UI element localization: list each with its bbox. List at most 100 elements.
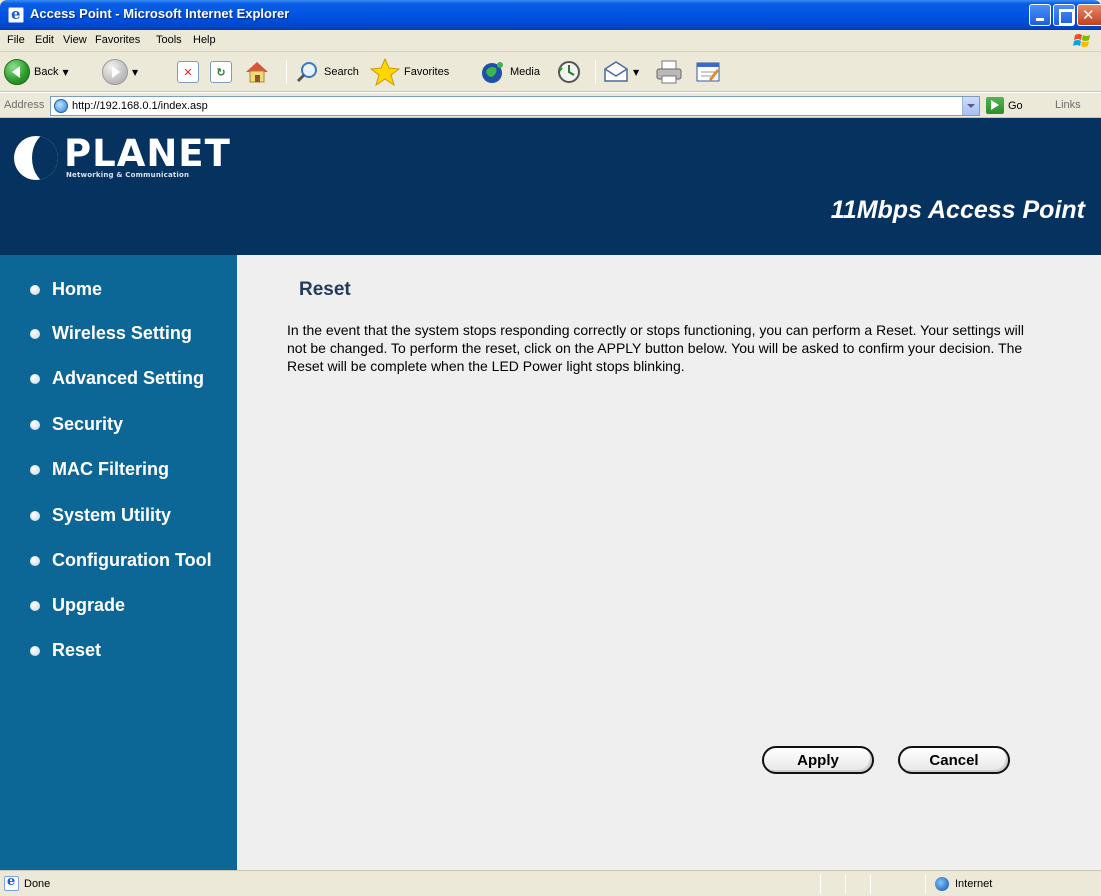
brand-name: PLANET [64, 132, 231, 175]
print-button[interactable] [655, 58, 683, 86]
search-label: Search [324, 66, 359, 78]
menu-help[interactable]: Help [193, 34, 216, 46]
links-button[interactable]: Links [1055, 99, 1081, 111]
forward-button[interactable]: ▼ [102, 58, 138, 86]
sidebar-item-configuration-tool[interactable]: Configuration Tool [30, 550, 212, 571]
planet-logo: PLANET Networking & Communication [14, 132, 231, 180]
bullet-icon [30, 510, 40, 521]
star-icon [370, 58, 400, 86]
sidebar-item-security[interactable]: Security [30, 414, 123, 435]
favorites-button[interactable]: Favorites [370, 58, 449, 86]
zone-text: Internet [955, 878, 993, 890]
menu-view[interactable]: View [63, 34, 87, 46]
page-title: Reset [299, 279, 351, 300]
sidebar-item-label: Configuration Tool [52, 550, 212, 570]
bullet-icon [30, 464, 40, 475]
stop-icon: ✕ [177, 61, 199, 83]
menu-edit[interactable]: Edit [35, 34, 54, 46]
apply-button[interactable]: Apply [762, 746, 874, 774]
media-label: Media [510, 66, 540, 78]
bullet-icon [30, 284, 40, 295]
print-icon [656, 60, 682, 84]
sidebar-item-mac-filtering[interactable]: MAC Filtering [30, 459, 169, 480]
refresh-icon: ↻ [210, 61, 232, 83]
forward-arrow-icon [102, 59, 128, 85]
sidebar-item-label: Upgrade [52, 595, 126, 615]
sidebar-item-advanced-setting[interactable]: Advanced Setting [30, 368, 204, 389]
address-input[interactable]: http://192.168.0.1/index.asp [50, 96, 980, 116]
minimize-button[interactable] [1029, 4, 1051, 26]
bullet-icon [30, 645, 40, 656]
sidebar-item-wireless-setting[interactable]: Wireless Setting [30, 323, 192, 344]
address-bar: Address http://192.168.0.1/index.asp Go … [0, 92, 1101, 118]
search-icon [296, 62, 317, 83]
forward-dropdown-icon[interactable]: ▼ [132, 68, 138, 77]
go-label: Go [1008, 99, 1023, 112]
close-button[interactable] [1077, 4, 1101, 26]
sidebar-item-label: Security [52, 414, 124, 434]
sidebar-item-home[interactable]: Home [30, 279, 102, 300]
bullet-icon [30, 419, 40, 430]
window-titlebar[interactable]: Access Point - Microsoft Internet Explor… [0, 0, 1101, 30]
back-dropdown-icon[interactable]: ▼ [62, 68, 68, 77]
maximize-button[interactable] [1053, 4, 1075, 26]
address-label: Address [4, 99, 45, 111]
bullet-icon [30, 373, 40, 384]
page-status-icon [4, 874, 19, 891]
toolbar: Back ▼ ▼ ✕ ↻ Search Favorites Media ▼ [0, 52, 1101, 92]
sidebar-item-label: MAC Filtering [52, 459, 169, 479]
sidebar-item-label: Advanced Setting [52, 368, 205, 388]
sidebar-item-label: Wireless Setting [52, 323, 192, 343]
go-arrow-icon [986, 97, 1004, 114]
product-name: 11Mbps Access Point [830, 196, 1085, 224]
menu-bar: File Edit View Favorites Tools Help [0, 30, 1101, 52]
bullet-icon [30, 555, 40, 566]
sidebar-nav: Home Wireless Setting Advanced Setting S… [0, 255, 237, 870]
home-button[interactable] [243, 58, 271, 86]
home-icon [246, 62, 268, 83]
sidebar-item-label: System Utility [52, 505, 172, 525]
bullet-icon [30, 328, 40, 339]
cancel-button[interactable]: Cancel [898, 746, 1010, 774]
edit-page-icon [696, 62, 720, 82]
sidebar-item-upgrade[interactable]: Upgrade [30, 595, 125, 616]
mail-button[interactable]: ▼ [603, 58, 639, 86]
history-button[interactable] [556, 58, 582, 86]
status-text: Done [24, 878, 51, 890]
favorites-label: Favorites [404, 66, 450, 78]
planet-logo-icon [14, 136, 58, 180]
menu-tools[interactable]: Tools [156, 34, 182, 46]
sidebar-item-reset[interactable]: Reset [30, 640, 101, 661]
page-icon [54, 99, 68, 113]
menu-file[interactable]: File [7, 34, 25, 46]
page-viewport: PLANET Networking & Communication 11Mbps… [0, 118, 1101, 870]
sidebar-item-label: Home [52, 279, 103, 299]
status-bar: Done Internet [0, 870, 1101, 896]
window-title: Access Point - Microsoft Internet Explor… [30, 6, 290, 21]
address-url[interactable]: http://192.168.0.1/index.asp [72, 100, 208, 112]
back-button[interactable]: Back ▼ [4, 58, 69, 86]
page-header: PLANET Networking & Communication 11Mbps… [0, 118, 1101, 255]
refresh-button[interactable]: ↻ [210, 58, 232, 86]
main-content: Reset In the event that the system stops… [237, 255, 1101, 870]
back-arrow-icon [4, 59, 30, 85]
back-label: Back [34, 66, 59, 78]
mail-icon [604, 61, 628, 82]
edit-button[interactable] [695, 58, 721, 86]
stop-button[interactable]: ✕ [177, 58, 199, 86]
media-button[interactable]: Media [478, 58, 540, 86]
mail-dropdown-icon[interactable]: ▼ [633, 68, 639, 77]
search-button[interactable]: Search [296, 58, 359, 86]
bullet-icon [30, 600, 40, 611]
media-icon [482, 62, 503, 83]
address-dropdown-button[interactable] [962, 97, 979, 115]
menu-favorites[interactable]: Favorites [95, 34, 140, 46]
go-button[interactable]: Go [986, 97, 1023, 114]
reset-description: In the event that the system stops respo… [287, 322, 1024, 374]
sidebar-item-system-utility[interactable]: System Utility [30, 505, 171, 526]
history-icon [558, 61, 580, 83]
internet-zone-icon [935, 877, 949, 891]
sidebar-item-label: Reset [52, 640, 102, 660]
ie-app-icon [8, 5, 24, 23]
windows-flag-icon [1073, 34, 1090, 47]
